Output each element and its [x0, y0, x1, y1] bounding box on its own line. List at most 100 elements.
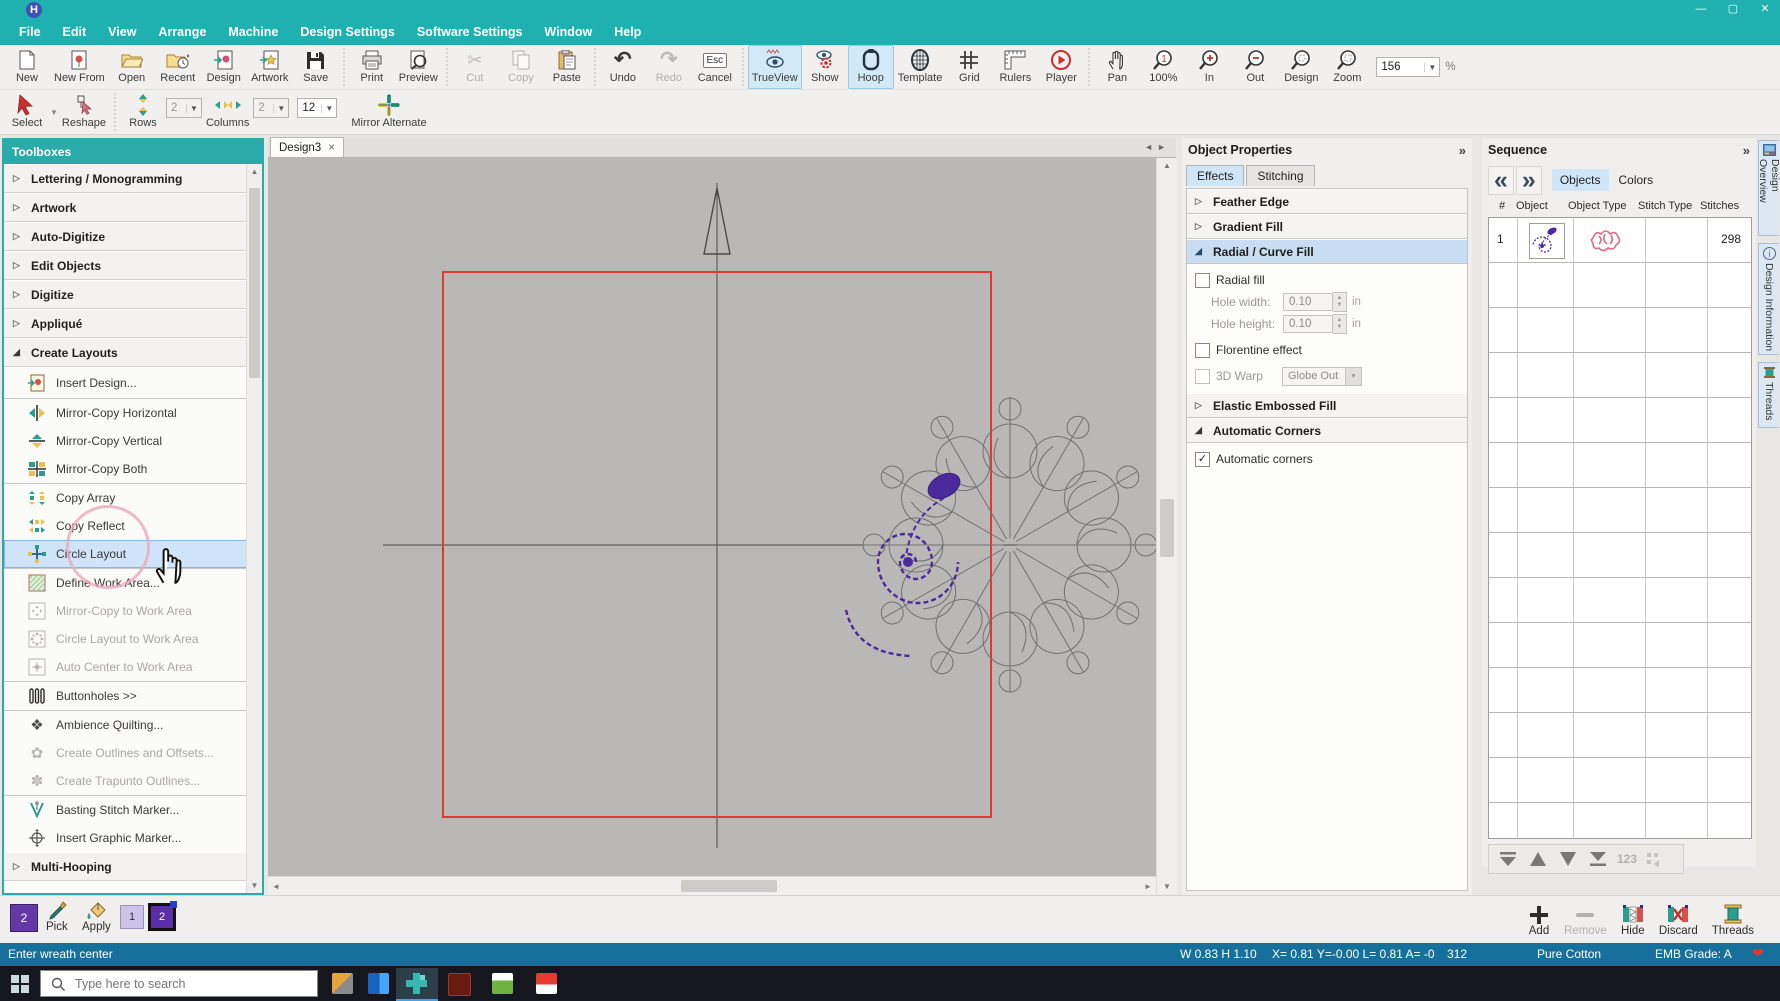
- section-artwork[interactable]: ▷Artwork: [4, 193, 247, 222]
- spacing-combobox[interactable]: 12 ▼: [297, 98, 337, 118]
- toolbox-item-buttonholes[interactable]: Buttonholes >>: [4, 682, 247, 710]
- recent-button[interactable]: Recent: [155, 45, 201, 89]
- move-to-end-icon[interactable]: [1587, 851, 1609, 867]
- toolbox-item-copy-array[interactable]: Copy Array: [4, 484, 247, 512]
- scrollbar-thumb[interactable]: [1160, 499, 1174, 557]
- menu-window[interactable]: Window: [533, 20, 603, 45]
- threads-button[interactable]: Threads: [1712, 898, 1754, 943]
- move-down-icon[interactable]: [1557, 851, 1579, 867]
- automatic-corners-checkbox-row[interactable]: ✓ Automatic corners: [1187, 448, 1467, 470]
- chevron-down-icon[interactable]: ▼: [321, 104, 336, 113]
- undo-button[interactable]: ↶ Undo: [600, 45, 646, 89]
- tab-design-overview[interactable]: Design Overview: [1758, 140, 1779, 236]
- tab-effects[interactable]: Effects: [1186, 165, 1244, 186]
- menu-machine[interactable]: Machine: [217, 20, 289, 45]
- insert-artwork-button[interactable]: Artwork: [247, 45, 293, 89]
- reshape-button[interactable]: Reshape: [58, 90, 110, 134]
- tab-design3[interactable]: Design3 ×: [270, 137, 344, 157]
- menu-file[interactable]: File: [8, 20, 52, 45]
- print-preview-button[interactable]: Preview: [395, 45, 442, 89]
- move-to-start-icon[interactable]: [1497, 851, 1519, 867]
- section-auto-digitize[interactable]: ▷Auto-Digitize: [4, 222, 247, 251]
- section-lettering[interactable]: ▷Lettering / Monogramming: [4, 164, 247, 193]
- scroll-down-icon[interactable]: ▼: [247, 881, 262, 890]
- hide-color-button[interactable]: Hide: [1621, 898, 1645, 943]
- zoom-percent-combobox[interactable]: 156 ▼: [1376, 57, 1440, 77]
- scroll-left-icon[interactable]: ◄: [271, 882, 281, 891]
- save-button[interactable]: Save: [293, 45, 339, 89]
- zoom-in-button[interactable]: In: [1186, 45, 1232, 89]
- menu-design-settings[interactable]: Design Settings: [289, 20, 405, 45]
- move-up-icon[interactable]: [1527, 851, 1549, 867]
- insert-design-button[interactable]: Design: [201, 45, 247, 89]
- menu-edit[interactable]: Edit: [52, 20, 98, 45]
- search-input[interactable]: [73, 976, 277, 992]
- taskbar-app-green-icon[interactable]: [492, 973, 513, 994]
- start-button-icon[interactable]: [11, 975, 29, 993]
- sequence-table[interactable]: 1 298: [1488, 217, 1752, 839]
- toolbox-item-basting-stitch-marker[interactable]: Basting Stitch Marker...: [4, 796, 247, 824]
- section-gradient-fill[interactable]: ▷Gradient Fill: [1187, 214, 1467, 239]
- tab-objects[interactable]: Objects: [1552, 169, 1609, 191]
- section-applique[interactable]: ▷Appliqué: [4, 309, 247, 338]
- tab-design-information[interactable]: i Design Information: [1758, 243, 1779, 355]
- scroll-down-icon[interactable]: ▼: [1157, 882, 1177, 891]
- show-menu-button[interactable]: Show: [802, 45, 848, 89]
- template-button[interactable]: Template: [894, 45, 947, 89]
- minimize-button[interactable]: —: [1686, 0, 1716, 18]
- toolbox-item-mirror-copy-horizontal[interactable]: Mirror-Copy Horizontal: [4, 399, 247, 427]
- toolboxes-scrollbar[interactable]: ▲ ▼: [246, 164, 262, 893]
- chevron-down-icon[interactable]: ▼: [1424, 63, 1439, 72]
- menu-software-settings[interactable]: Software Settings: [406, 20, 534, 45]
- tab-colors[interactable]: Colors: [1611, 169, 1662, 191]
- rulers-toggle[interactable]: Rulers: [992, 45, 1038, 89]
- taskbar-search-box[interactable]: [40, 970, 318, 997]
- paste-button[interactable]: Paste: [544, 45, 590, 89]
- tab-threads[interactable]: Threads: [1758, 362, 1779, 428]
- section-create-layouts[interactable]: ◢Create Layouts: [4, 338, 247, 367]
- toolbox-item-ambience-quilting[interactable]: ❖ Ambience Quilting...: [4, 711, 247, 739]
- back-color-icon[interactable]: «: [1488, 166, 1514, 195]
- toolbox-item-mirror-copy-both[interactable]: Mirror-Copy Both: [4, 455, 247, 483]
- toolbox-item-mirror-copy-vertical[interactable]: Mirror-Copy Vertical: [4, 427, 247, 455]
- tab-close-icon[interactable]: ×: [328, 142, 335, 154]
- select-button[interactable]: Select: [4, 90, 50, 134]
- maximize-button[interactable]: ▢: [1718, 0, 1748, 18]
- menu-help[interactable]: Help: [603, 20, 652, 45]
- section-feather-edge[interactable]: ▷Feather Edge: [1187, 189, 1467, 214]
- scroll-up-icon[interactable]: ▲: [247, 167, 262, 176]
- hoop-toggle[interactable]: Hoop: [848, 45, 894, 89]
- menu-arrange[interactable]: Arrange: [147, 20, 217, 45]
- pick-color-button[interactable]: Pick: [46, 901, 68, 933]
- toolbox-item-insert-graphic-marker[interactable]: Insert Graphic Marker...: [4, 824, 247, 852]
- open-button[interactable]: Open: [109, 45, 155, 89]
- section-multi-hooping[interactable]: ▷Multi-Hooping: [4, 852, 247, 881]
- taskbar-app-blue-icon[interactable]: [368, 973, 389, 994]
- taskbar-app-red-icon[interactable]: [536, 973, 557, 994]
- zoom-box-button[interactable]: Zoom: [1324, 45, 1370, 89]
- section-radial-curve-fill[interactable]: ◢Radial / Curve Fill: [1187, 239, 1467, 264]
- checkbox-unchecked[interactable]: [1195, 343, 1210, 358]
- section-digitize[interactable]: ▷Digitize: [4, 280, 247, 309]
- zoom-out-button[interactable]: Out: [1232, 45, 1278, 89]
- tab-scroll-arrows[interactable]: ◄►: [1144, 142, 1170, 152]
- scrollbar-thumb[interactable]: [681, 880, 777, 892]
- scroll-right-icon[interactable]: ►: [1143, 882, 1153, 891]
- checkbox-unchecked[interactable]: [1195, 273, 1210, 288]
- design-canvas[interactable]: [268, 158, 1156, 876]
- collapse-panel-icon[interactable]: »: [1459, 143, 1466, 158]
- color-swatch-1[interactable]: 1: [120, 905, 144, 929]
- grid-toggle[interactable]: Grid: [946, 45, 992, 89]
- new-button[interactable]: New: [4, 45, 50, 89]
- apply-color-button[interactable]: Apply: [82, 901, 111, 933]
- scroll-up-icon[interactable]: ▲: [1157, 161, 1177, 170]
- sequence-row-1[interactable]: 1 298: [1489, 218, 1751, 263]
- radial-fill-checkbox-row[interactable]: Radial fill: [1187, 269, 1467, 291]
- checkbox-checked[interactable]: ✓: [1195, 452, 1210, 467]
- new-from-button[interactable]: New From: [50, 45, 109, 89]
- canvas-horizontal-scrollbar[interactable]: ◄ ►: [268, 876, 1156, 895]
- taskbar-active-app-highlight[interactable]: [396, 968, 438, 1001]
- section-elastic-embossed-fill[interactable]: ▷Elastic Embossed Fill: [1187, 393, 1467, 418]
- section-edit-objects[interactable]: ▷Edit Objects: [4, 251, 247, 280]
- zoom-100-button[interactable]: 1 100%: [1140, 45, 1186, 89]
